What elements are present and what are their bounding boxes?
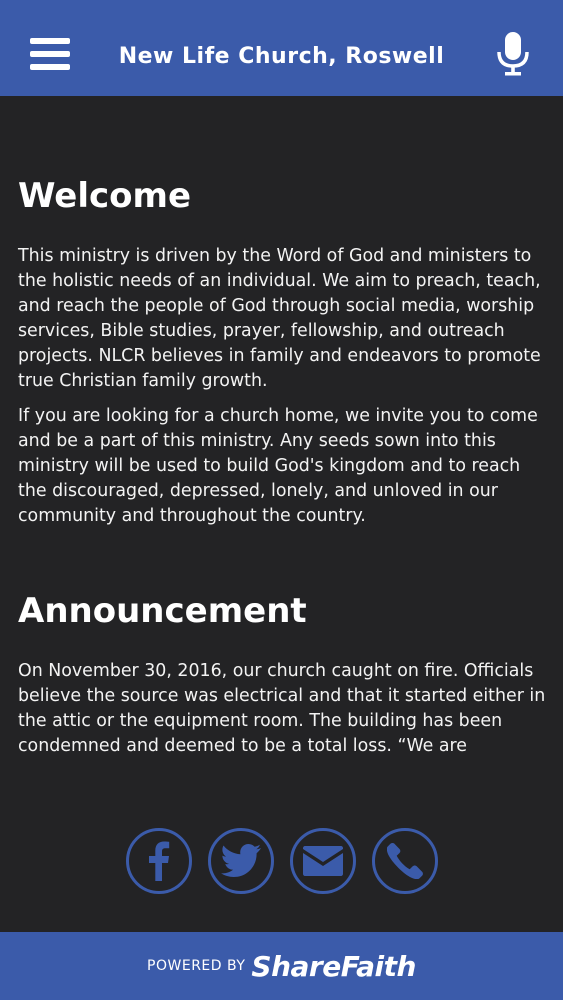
main-content: Welcome This ministry is driven by the W… [18, 172, 548, 769]
twitter-icon[interactable] [207, 828, 274, 894]
facebook-icon[interactable] [125, 828, 192, 894]
sharefaith-logo: ShareFaith [251, 949, 416, 983]
phone-icon[interactable] [371, 828, 438, 894]
welcome-paragraph-1: This ministry is driven by the Word of G… [18, 246, 541, 391]
powered-by-footer[interactable]: POWERED BY ShareFaith [0, 932, 563, 1000]
welcome-paragraph-2: If you are looking for a church home, we… [18, 406, 538, 526]
announcement-paragraph: On November 30, 2016, our church caught … [18, 661, 546, 756]
email-icon[interactable] [289, 828, 356, 894]
welcome-heading: Welcome [18, 176, 192, 216]
microphone-icon[interactable] [496, 32, 530, 76]
announcement-heading: Announcement [18, 591, 307, 631]
page-title: New Life Church, Roswell [118, 44, 445, 69]
powered-by-label: POWERED BY [147, 958, 246, 974]
social-links [0, 828, 563, 894]
app-header: New Life Church, Roswell [0, 0, 563, 96]
